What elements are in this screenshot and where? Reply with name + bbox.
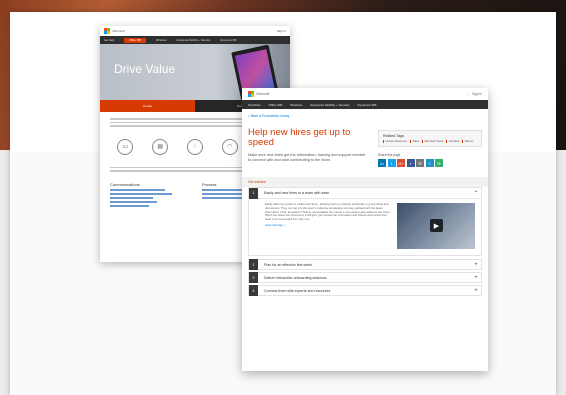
accordion-header[interactable]: 4 Connect them with experts and resource… bbox=[248, 285, 482, 296]
front-page-nav: OneDrive Office 365 Windows Enterprise M… bbox=[242, 100, 488, 109]
share-heading: Share this page bbox=[378, 153, 401, 157]
get-started-heading: Get started bbox=[242, 177, 488, 187]
back-link[interactable]: < Back to Productivity Library bbox=[242, 109, 488, 120]
related-tags-heading: Related Tags bbox=[383, 134, 404, 138]
accordion-closed-list: 2 Plan for an effective first week + 3 D… bbox=[248, 259, 482, 296]
facebook-icon[interactable]: f bbox=[406, 159, 415, 167]
tab-create[interactable]: Create bbox=[100, 100, 195, 112]
document-icon: ▤ bbox=[152, 138, 169, 155]
accordion-body: Easily add new people to a Microsoft Tea… bbox=[249, 199, 481, 255]
tag-link[interactable]: OneNote bbox=[446, 140, 459, 143]
back-nav-item[interactable]: Get Help bbox=[104, 39, 114, 42]
front-page-signin[interactable]: Sign in bbox=[472, 92, 482, 96]
col-communications-title: Communications bbox=[110, 181, 140, 187]
step-number: 1 bbox=[249, 187, 258, 199]
step-label: Deliver interactive onboarding sessions bbox=[264, 275, 327, 280]
step-number: 4 bbox=[249, 285, 258, 296]
front-page-preview: Microsoft ⌕ Sign in OneDrive Office 365 … bbox=[242, 88, 488, 371]
nav-item[interactable]: Enterprise Mobility + Security bbox=[310, 103, 349, 107]
pc-icon: ▭ bbox=[117, 138, 134, 155]
accordion-header[interactable]: 1 Easily add new hires to a team with ea… bbox=[249, 187, 481, 199]
page-description: Make sure new hires get the information,… bbox=[248, 153, 365, 162]
step-link[interactable]: View Overlay > bbox=[265, 223, 391, 228]
back-nav-item[interactable]: Dynamics 365 bbox=[220, 39, 236, 42]
google-plus-icon[interactable]: G+ bbox=[397, 159, 405, 167]
chevron-up-icon[interactable]: ⌃ bbox=[471, 190, 481, 197]
step-label: Connect them with experts and resources bbox=[264, 288, 331, 293]
front-page-header: Microsoft ⌕ Sign in bbox=[242, 88, 488, 100]
video-thumbnail[interactable]: ▶ bbox=[397, 203, 475, 249]
step-description: Easily add new people to a Microsoft Tea… bbox=[265, 202, 391, 222]
back-nav-item[interactable]: Office 365 bbox=[124, 37, 147, 43]
tag-link[interactable]: Human Resources bbox=[383, 140, 407, 143]
twitter-icon[interactable]: t bbox=[387, 159, 396, 167]
accordion-header[interactable]: 3 Deliver interactive onboarding session… bbox=[248, 272, 482, 283]
tag-link[interactable]: Planner bbox=[462, 140, 474, 143]
plus-icon[interactable]: + bbox=[471, 288, 481, 294]
search-icon[interactable]: ⌕ bbox=[467, 92, 469, 96]
tag-link[interactable]: Sales bbox=[409, 140, 419, 143]
nav-item[interactable]: Office 365 bbox=[269, 103, 283, 107]
microsoft-logo-icon bbox=[248, 91, 254, 97]
step-label: Plan for an effective first week bbox=[264, 262, 312, 267]
back-page-header: Microsoft Sign in bbox=[100, 26, 290, 36]
tag-link[interactable]: Microsoft Teams bbox=[421, 140, 443, 143]
linkedin-icon[interactable]: in bbox=[378, 159, 386, 167]
share-more-icon[interactable]: ≡ bbox=[425, 159, 434, 167]
plus-icon[interactable]: + bbox=[471, 262, 481, 268]
back-page-brand: Microsoft bbox=[112, 29, 125, 33]
refresh-icon[interactable]: ⟳ bbox=[435, 159, 443, 167]
back-nav-item[interactable]: Enterprise Mobility + Security bbox=[177, 39, 211, 42]
back-page-signin[interactable]: Sign in bbox=[277, 29, 286, 33]
back-page-nav: Get Help Office 365 Windows Enterprise M… bbox=[100, 36, 290, 44]
microsoft-logo-icon bbox=[104, 28, 110, 34]
nav-item[interactable]: Windows bbox=[290, 103, 302, 107]
step-label: Easily add new hires to a team with ease bbox=[264, 191, 330, 195]
play-icon[interactable]: ▶ bbox=[430, 219, 443, 232]
plus-icon[interactable]: + bbox=[471, 275, 481, 281]
step-number: 2 bbox=[249, 259, 258, 270]
nav-item[interactable]: Dynamics 365 bbox=[357, 103, 376, 107]
headset-icon: ◠ bbox=[221, 138, 238, 155]
chat-icon: ◌ bbox=[186, 138, 203, 155]
back-nav-item[interactable]: Windows bbox=[156, 39, 167, 42]
email-icon[interactable]: ✉ bbox=[416, 159, 424, 167]
accordion-step-open: 1 Easily add new hires to a team with ea… bbox=[248, 187, 482, 256]
share-icons: in t G+ f ✉ ≡ ⟳ bbox=[378, 159, 482, 167]
step-number: 3 bbox=[249, 272, 258, 283]
front-page-brand: Microsoft bbox=[256, 92, 270, 96]
nav-item[interactable]: OneDrive bbox=[248, 103, 261, 107]
accordion-header[interactable]: 2 Plan for an effective first week + bbox=[248, 259, 482, 270]
page-title: Help new hires get up to speed bbox=[248, 127, 351, 148]
hero-title: Drive Value bbox=[114, 62, 176, 76]
related-tags-box: Related Tags Human Resources Sales Micro… bbox=[378, 130, 482, 147]
